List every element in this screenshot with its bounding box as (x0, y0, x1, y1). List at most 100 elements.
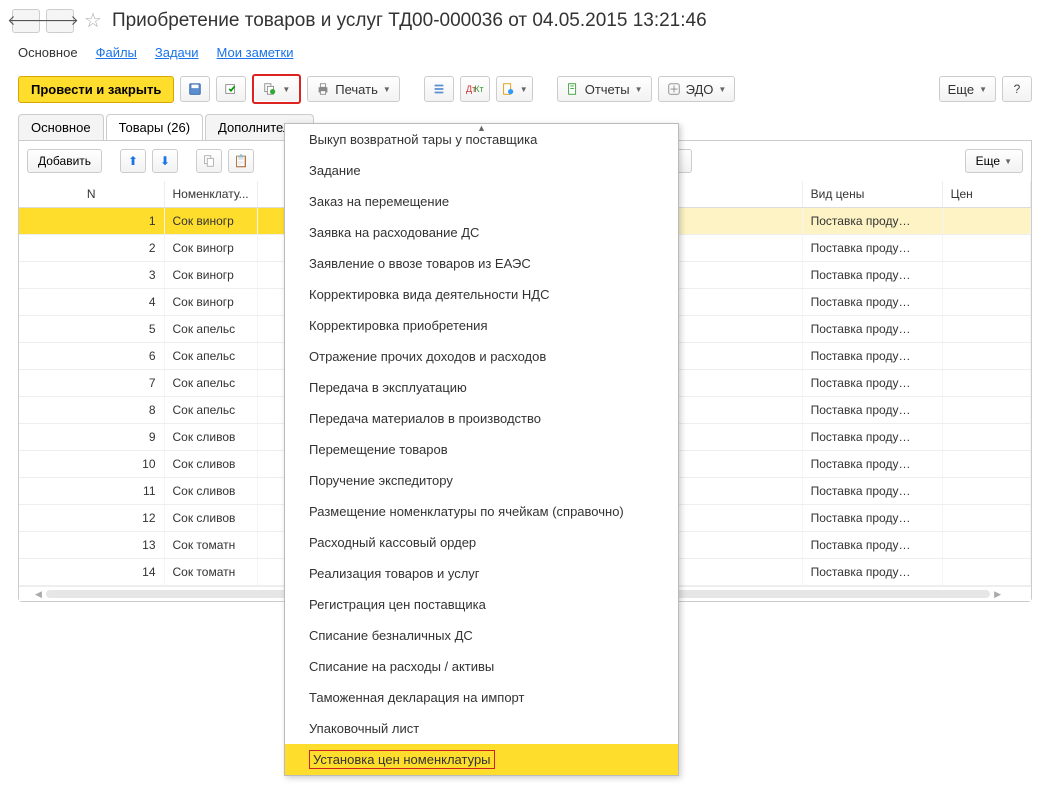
cell-price-type: Поставка проду… (802, 451, 942, 478)
chevron-down-icon: ▼ (282, 85, 290, 94)
more-button[interactable]: Еще▼ (939, 76, 996, 102)
chevron-down-icon: ▼ (520, 85, 528, 94)
menu-item[interactable]: Списание на расходы / активы (285, 651, 678, 682)
move-up-button[interactable]: ⬆ (120, 149, 146, 173)
cell-n: 7 (19, 370, 164, 397)
cell-n: 10 (19, 451, 164, 478)
cell-price-type: Поставка проду… (802, 478, 942, 505)
menu-item[interactable]: Заказ на перемещение (285, 186, 678, 217)
nav-tasks[interactable]: Задачи (155, 45, 199, 60)
cell-n: 9 (19, 424, 164, 451)
menu-item[interactable]: Передача в эксплуатацию (285, 372, 678, 403)
cell-n: 1 (19, 208, 164, 235)
cell-n: 2 (19, 235, 164, 262)
section-nav: Основное Файлы Задачи Мои заметки (0, 41, 1050, 70)
cell-name: Сок апельс (164, 343, 257, 370)
page-title: Приобретение товаров и услуг ТД00-000036… (112, 10, 707, 32)
cell-price-type: Поставка проду… (802, 289, 942, 316)
menu-item[interactable]: Расходный кассовый ордер (285, 527, 678, 558)
chevron-down-icon: ▼ (635, 85, 643, 94)
chevron-down-icon: ▼ (718, 85, 726, 94)
structure-button[interactable] (424, 76, 454, 102)
menu-item[interactable]: Реализация товаров и услуг (285, 558, 678, 589)
cell-price-type: Поставка проду… (802, 208, 942, 235)
reports-label: Отчеты (585, 82, 630, 97)
cell-name: Сок апельс (164, 316, 257, 343)
cell-n: 5 (19, 316, 164, 343)
create-based-on-menu: ▲ Выкуп возвратной тары у поставщикаЗада… (284, 123, 679, 776)
menu-item[interactable]: Таможенная декларация на импорт (285, 682, 678, 713)
attach-button[interactable]: ▼ (496, 76, 533, 102)
cell-price-type: Поставка проду… (802, 316, 942, 343)
create-based-on-button[interactable]: ▼ (255, 77, 298, 101)
cell-name: Сок сливов (164, 478, 257, 505)
menu-item[interactable]: Отражение прочих доходов и расходов (285, 341, 678, 372)
col-name[interactable]: Номенклату... (164, 181, 257, 208)
chevron-down-icon: ▼ (1004, 157, 1012, 166)
cell-price-type: Поставка проду… (802, 397, 942, 424)
cell-name: Сок виногр (164, 235, 257, 262)
edo-button[interactable]: ЭДО ▼ (658, 76, 736, 102)
cell-price-type: Поставка проду… (802, 370, 942, 397)
cell-name: Сок виногр (164, 208, 257, 235)
menu-item[interactable]: Заявление о ввозе товаров из ЕАЭС (285, 248, 678, 279)
reports-button[interactable]: Отчеты ▼ (557, 76, 652, 102)
favorite-star-icon[interactable]: ☆ (84, 8, 102, 33)
cell-n: 12 (19, 505, 164, 532)
copy-button[interactable] (196, 149, 222, 173)
cell-name: Сок сливов (164, 451, 257, 478)
col-n[interactable]: N (19, 181, 164, 208)
post-button[interactable] (216, 76, 246, 102)
cell-price-type: Поставка проду… (802, 343, 942, 370)
col-price-type[interactable]: Вид цены (802, 181, 942, 208)
cell-name: Сок томатн (164, 559, 257, 586)
menu-item[interactable]: Заявка на расходование ДС (285, 217, 678, 248)
cell-n: 6 (19, 343, 164, 370)
print-button[interactable]: Печать ▼ (307, 76, 400, 102)
menu-item[interactable]: Упаковочный лист (285, 713, 678, 744)
nav-notes[interactable]: Мои заметки (217, 45, 294, 60)
menu-item[interactable]: Регистрация цен поставщика (285, 589, 678, 620)
cell-n: 4 (19, 289, 164, 316)
cell-price-type: Поставка проду… (802, 505, 942, 532)
cell-name: Сок сливов (164, 424, 257, 451)
cell-name: Сок сливов (164, 505, 257, 532)
menu-item[interactable]: Корректировка вида деятельности НДС (285, 279, 678, 310)
menu-item[interactable]: Установка цен номенклатуры (285, 744, 678, 775)
paste-button[interactable]: 📋 (228, 149, 254, 173)
menu-item[interactable]: Размещение номенклатуры по ячейкам (спра… (285, 496, 678, 527)
cell-price-type: Поставка проду… (802, 559, 942, 586)
nav-back-button[interactable]: 🡐 (12, 9, 40, 33)
cell-name: Сок апельс (164, 370, 257, 397)
move-down-button[interactable]: ⬇ (152, 149, 178, 173)
cell-n: 3 (19, 262, 164, 289)
menu-item[interactable]: Передача материалов в производство (285, 403, 678, 434)
col-price[interactable]: Цен (942, 181, 1030, 208)
cell-price-type: Поставка проду… (802, 262, 942, 289)
menu-item[interactable]: Задание (285, 155, 678, 186)
nav-forward-button[interactable]: 🡒 (46, 9, 74, 33)
add-button[interactable]: Добавить (27, 149, 102, 173)
cell-price-type: Поставка проду… (802, 235, 942, 262)
print-label: Печать (335, 82, 378, 97)
save-button[interactable] (180, 76, 210, 102)
cell-name: Сок виногр (164, 262, 257, 289)
post-and-close-button[interactable]: Провести и закрыть (18, 76, 174, 103)
menu-item[interactable]: Корректировка приобретения (285, 310, 678, 341)
cell-name: Сок томатн (164, 532, 257, 559)
cell-price-type: Поставка проду… (802, 424, 942, 451)
menu-item[interactable]: Перемещение товаров (285, 434, 678, 465)
tab-main[interactable]: Основное (18, 114, 104, 140)
nav-main[interactable]: Основное (18, 45, 78, 60)
more-label: Еще (948, 82, 974, 97)
scroll-up-arrow-icon[interactable]: ▲ (474, 123, 489, 133)
menu-item[interactable]: Поручение экспедитору (285, 465, 678, 496)
cell-name: Сок виногр (164, 289, 257, 316)
help-button[interactable]: ? (1002, 76, 1032, 102)
cell-n: 11 (19, 478, 164, 505)
menu-item[interactable]: Списание безналичных ДС (285, 620, 678, 651)
nav-files[interactable]: Файлы (96, 45, 137, 60)
table-more-button[interactable]: Еще ▼ (965, 149, 1023, 173)
tab-goods[interactable]: Товары (26) (106, 114, 203, 140)
dtkt-button[interactable]: ДтКт (460, 76, 490, 102)
